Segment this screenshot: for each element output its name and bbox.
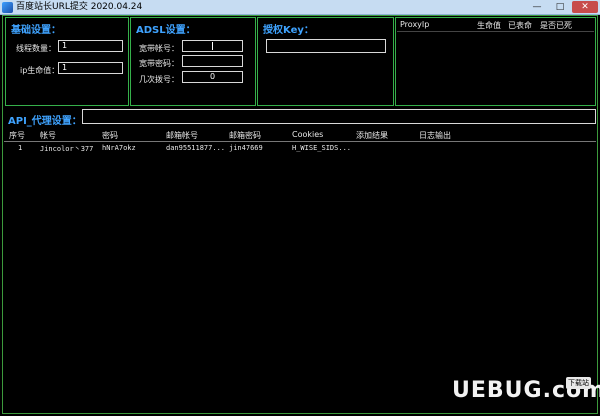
proxy-col-dead[interactable]: 是否已死: [540, 20, 572, 31]
col-index[interactable]: 序号: [9, 130, 25, 141]
text-caret: [212, 41, 213, 50]
auth-key-panel: 授权Key：: [257, 17, 394, 106]
cell-email-account: dan95511877...: [166, 144, 226, 152]
cell-email-password: jin47669: [229, 144, 263, 152]
api-proxy-input[interactable]: [82, 109, 596, 124]
auth-key-title: 授权Key：: [263, 25, 314, 36]
redial-count-label: 几次拨号：: [139, 75, 179, 84]
maximize-button[interactable]: □: [549, 1, 571, 13]
proxy-list[interactable]: ProxyIp 生命值 已表命 是否已死: [397, 19, 594, 104]
window-title: 百度站长URL提交 2020.04.24: [16, 2, 143, 12]
ip-life-input[interactable]: 1: [58, 62, 123, 74]
app-icon: [2, 2, 13, 13]
table-header: 序号 帐号 密码 邮箱帐号 邮箱密码 Cookies 添加结果 日志输出: [4, 128, 596, 142]
cell-password: hNrA7okz: [102, 144, 136, 152]
proxy-col-life[interactable]: 生命值: [477, 20, 501, 31]
main-frame: 基础设置： 线程数量： 1 ip生命值： 1 ADSL设置： 宽带帐号： 宽带密…: [2, 15, 598, 414]
col-cookies[interactable]: Cookies: [292, 130, 323, 139]
proxy-list-panel: ProxyIp 生命值 已表命 是否已死: [395, 17, 596, 106]
threads-label: 线程数量：: [16, 44, 56, 53]
close-button[interactable]: ✕: [572, 1, 598, 13]
results-table[interactable]: 序号 帐号 密码 邮箱帐号 邮箱密码 Cookies 添加结果 日志输出 1 J…: [4, 128, 596, 412]
table-row[interactable]: 1 Jincolor丶377 hNrA7okz dan95511877... j…: [4, 143, 596, 154]
proxy-col-ip[interactable]: ProxyIp: [400, 20, 429, 29]
col-log-output[interactable]: 日志输出: [419, 130, 451, 141]
title-bar[interactable]: 百度站长URL提交 2020.04.24 — □ ✕: [0, 0, 600, 15]
adsl-account-label: 宽带帐号：: [139, 44, 179, 53]
auth-key-input[interactable]: [266, 39, 386, 53]
adsl-settings-panel: ADSL设置： 宽带帐号： 宽带密码： 几次拨号： 0: [130, 17, 256, 106]
api-proxy-label: API_代理设置：: [8, 116, 82, 127]
proxy-list-header: ProxyIp 生命值 已表命 是否已死: [397, 19, 594, 32]
col-email-account[interactable]: 邮箱帐号: [166, 130, 198, 141]
col-account[interactable]: 帐号: [40, 130, 56, 141]
col-email-password[interactable]: 邮箱密码: [229, 130, 261, 141]
basic-settings-panel: 基础设置： 线程数量： 1 ip生命值： 1: [5, 17, 129, 106]
col-add-result[interactable]: 添加结果: [356, 130, 388, 141]
basic-settings-title: 基础设置：: [11, 25, 61, 36]
cell-account: Jincolor丶377: [40, 145, 94, 153]
threads-input[interactable]: 1: [58, 40, 123, 52]
cell-cookies: H_WISE_SIDS...: [292, 144, 352, 152]
minimize-button[interactable]: —: [526, 1, 548, 13]
adsl-password-label: 宽带密码：: [139, 59, 179, 68]
ip-life-label: ip生命值：: [20, 66, 60, 75]
adsl-password-input[interactable]: [182, 55, 243, 67]
redial-count-input[interactable]: 0: [182, 71, 243, 83]
adsl-settings-title: ADSL设置：: [136, 25, 196, 36]
cell-index: 1: [18, 144, 23, 152]
watermark-badge: 下载站: [566, 377, 591, 389]
proxy-col-used[interactable]: 已表命: [508, 20, 532, 31]
col-password[interactable]: 密码: [102, 130, 118, 141]
adsl-account-input[interactable]: [182, 40, 243, 52]
